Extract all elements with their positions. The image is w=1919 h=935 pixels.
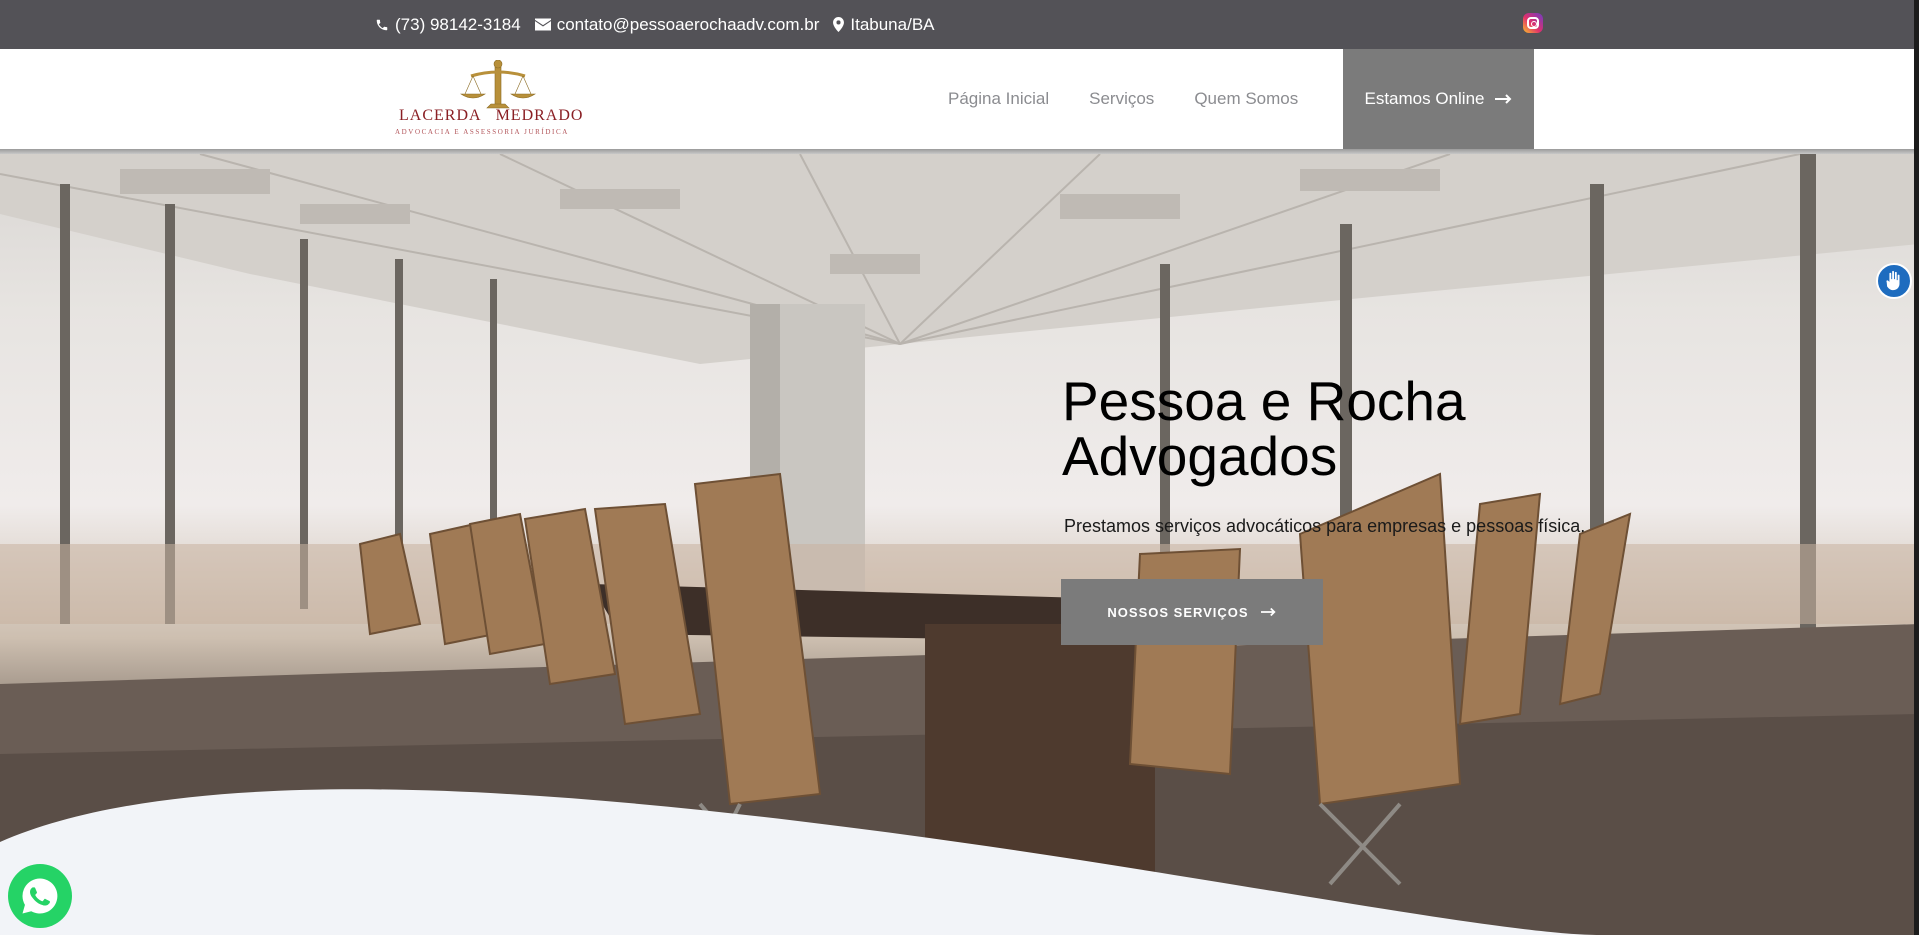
logo-tagline: Advocacia e Assessoria Jurídica [395, 128, 569, 136]
hand-sign-icon[interactable] [1876, 263, 1912, 299]
email-text: contato@pessoaerochaadv.com.br [556, 14, 820, 34]
nav-item-quem-somos[interactable]: Quem Somos [1194, 89, 1298, 109]
scrollbar[interactable] [1914, 0, 1919, 935]
location-contact: Itabuna/BA [833, 14, 935, 35]
contact-info: (73) 98142-3184 contato@pessoaerochaadv.… [375, 0, 935, 49]
email-contact[interactable]: contato@pessoaerochaadv.com.br [534, 14, 820, 35]
whatsapp-icon[interactable] [8, 864, 72, 928]
phone-contact[interactable]: (73) 98142-3184 [375, 15, 521, 35]
nossos-servicos-label: NOSSOS SERVIÇOS [1107, 604, 1249, 620]
top-bar: (73) 98142-3184 contato@pessoaerochaadv.… [0, 0, 1919, 49]
nav-item-servicos[interactable]: Serviços [1089, 89, 1154, 109]
envelope-icon [534, 18, 551, 31]
hero-bottom-wave [0, 789, 1600, 935]
nossos-servicos-button[interactable]: NOSSOS SERVIÇOS [1061, 579, 1323, 645]
logo-wordmark: LACERDA MEDRADO [399, 107, 583, 125]
logo-left-word: LACERDA [399, 107, 482, 124]
estamos-online-button[interactable]: Estamos Online [1343, 49, 1534, 149]
phone-text: (73) 98142-3184 [395, 14, 521, 34]
estamos-online-label: Estamos Online [1364, 89, 1485, 108]
hero-title-line-2: Advogados [1062, 425, 1338, 487]
hero-title-line-1: Pessoa e Rocha [1062, 370, 1466, 432]
instagram-icon[interactable] [1523, 13, 1543, 33]
phone-icon [376, 19, 388, 30]
hero-title: Pessoa e Rocha Advogados [1062, 374, 1466, 484]
map-pin-icon [833, 17, 845, 32]
arrow-right-icon [1260, 607, 1276, 617]
main-menu: Página Inicial Serviços Quem Somos Estam… [948, 49, 1534, 149]
hero-section: Pessoa e Rocha Advogados Prestamos servi… [0, 154, 1919, 935]
logo[interactable]: LACERDA MEDRADO Advocacia e Assessoria Ju… [395, 60, 605, 140]
logo-right-word: MEDRADO [495, 107, 584, 124]
nav-item-pagina-inicial[interactable]: Página Inicial [948, 89, 1049, 109]
scales-of-justice-icon [460, 60, 536, 109]
arrow-right-icon [1494, 94, 1511, 104]
hero-subtitle: Prestamos serviços advocáticos para empr… [1064, 516, 1586, 536]
location-text: Itabuna/BA [850, 14, 935, 34]
